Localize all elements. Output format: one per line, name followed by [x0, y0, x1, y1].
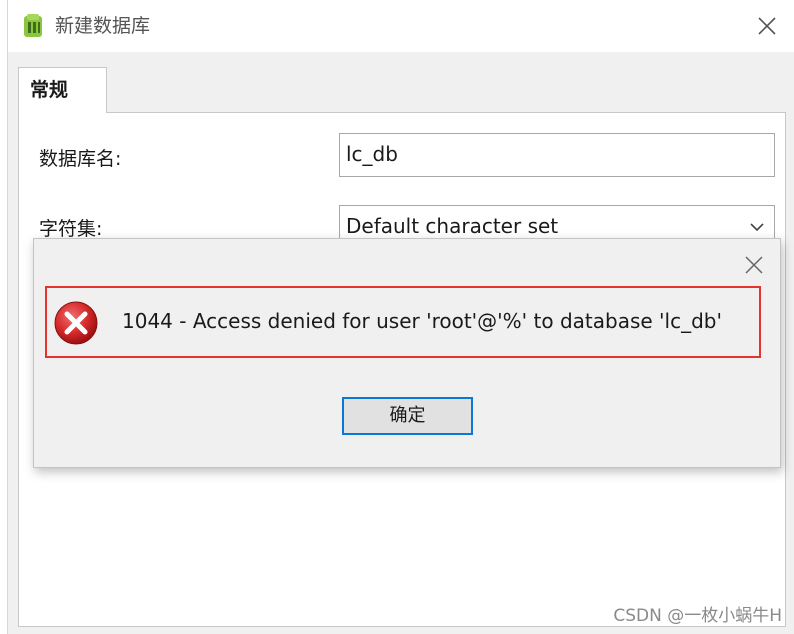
error-message: 1044 - Access denied for user 'root'@'%'…	[122, 309, 722, 333]
ok-button[interactable]: 确定	[342, 397, 473, 435]
db-name-label: 数据库名:	[39, 148, 122, 170]
error-message-highlight: 1044 - Access denied for user 'root'@'%'…	[45, 286, 761, 358]
charset-value: Default character set	[346, 214, 559, 238]
db-name-input[interactable]: lc_db	[339, 133, 775, 177]
close-icon[interactable]	[743, 254, 765, 276]
watermark: CSDN @一枚小蜗牛H	[613, 606, 782, 626]
title-bar: 新建数据库	[8, 0, 794, 52]
close-icon[interactable]	[754, 13, 780, 39]
error-icon	[54, 301, 98, 345]
new-database-window: 新建数据库 常规 数据库名: lc_db 字符集: Default charac…	[7, 0, 794, 634]
window-title: 新建数据库	[55, 15, 151, 37]
error-dialog: 1044 - Access denied for user 'root'@'%'…	[33, 238, 781, 468]
tab-general[interactable]: 常规	[18, 67, 107, 113]
db-name-value: lc_db	[346, 142, 398, 166]
tab-general-label: 常规	[30, 79, 69, 101]
chevron-down-icon	[750, 223, 764, 232]
database-app-icon	[24, 14, 42, 37]
